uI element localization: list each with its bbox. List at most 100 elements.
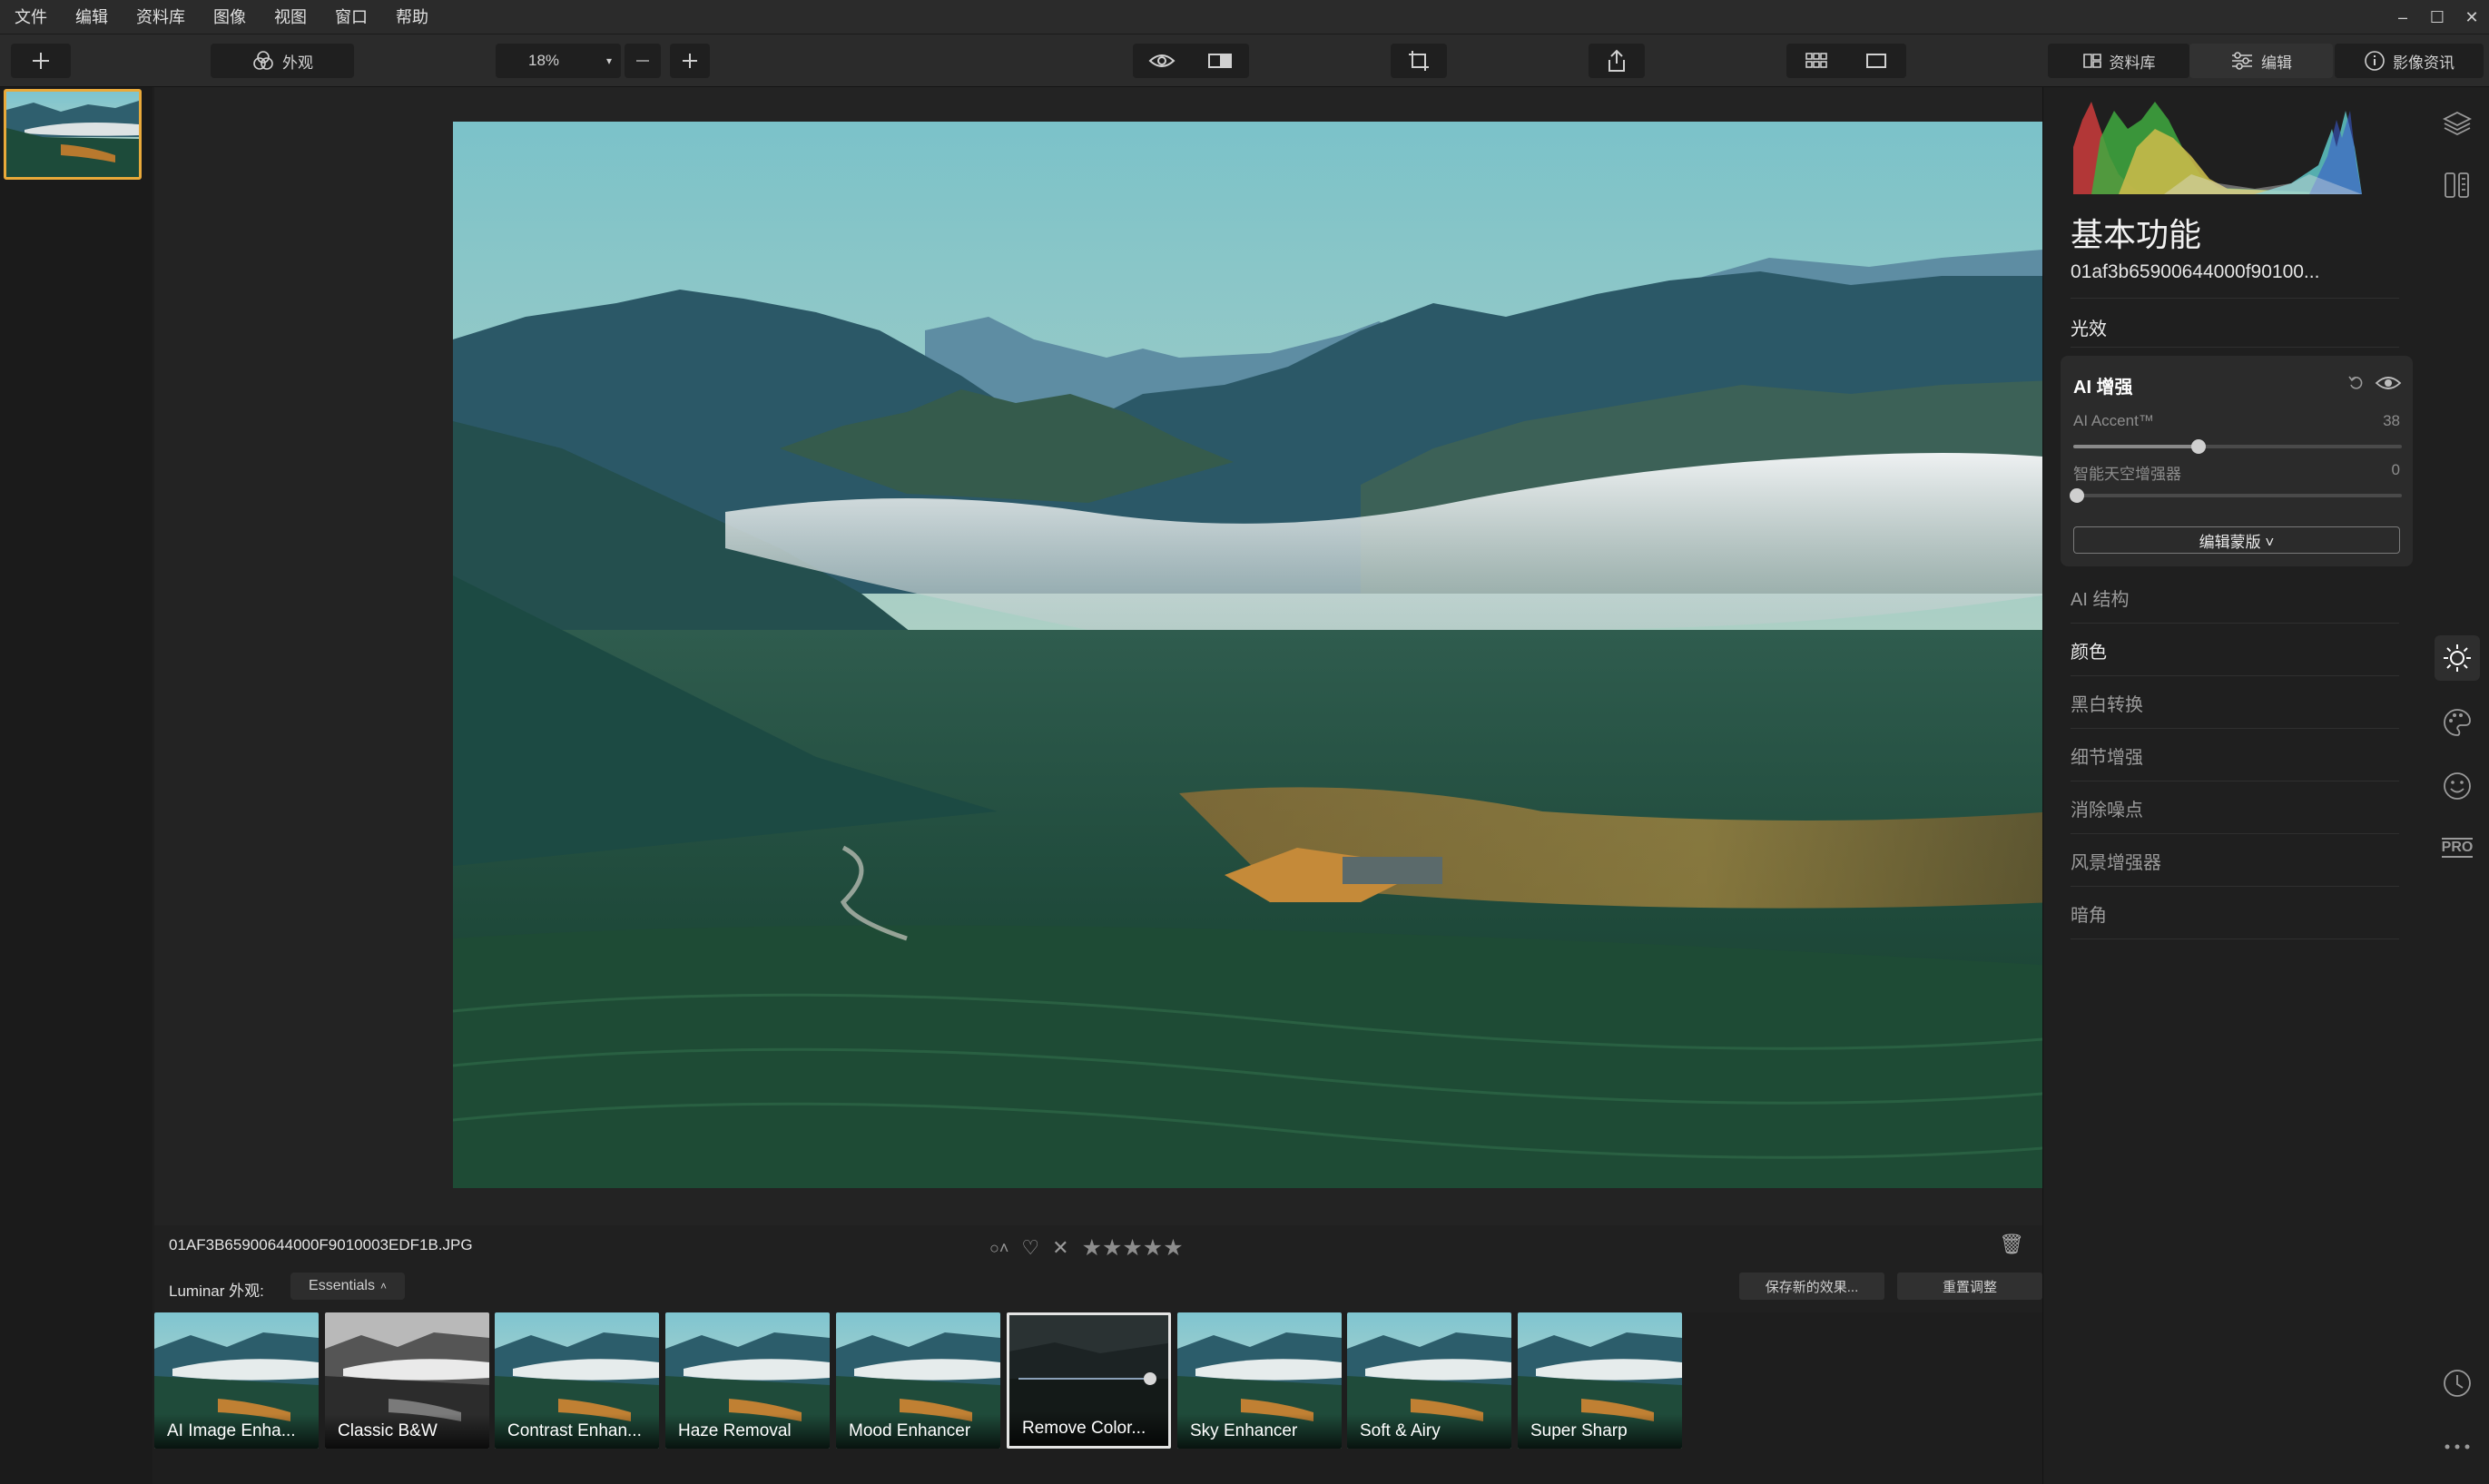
close-button[interactable]: ✕ <box>2455 0 2489 34</box>
section-denoise[interactable]: 消除噪点 <box>2071 795 2143 821</box>
photo-canvas <box>154 87 2054 1225</box>
section-light[interactable]: 光效 <box>2071 314 2107 340</box>
look-preset[interactable]: Mood Enhancer <box>836 1312 1000 1449</box>
look-preset-label: Contrast Enhan... <box>495 1414 659 1449</box>
section-ai-structure[interactable]: AI 结构 <box>2071 585 2129 611</box>
grid-view-icon[interactable] <box>1786 52 1846 70</box>
pro-icon[interactable]: PRO <box>2439 830 2475 866</box>
essentials-sun-icon[interactable] <box>2435 635 2480 681</box>
plus-icon <box>683 54 697 68</box>
tab-info[interactable]: 影像资讯 <box>2335 44 2484 78</box>
zoom-in-button[interactable] <box>670 44 710 78</box>
look-preset[interactable]: Haze Removal <box>665 1312 830 1449</box>
sky-enhancer-knob[interactable] <box>2070 488 2084 503</box>
creative-palette-icon[interactable] <box>2439 704 2475 741</box>
sky-enhancer-value: 0 <box>2391 461 2400 478</box>
ai-accent-fill <box>2073 445 2199 448</box>
eye-icon[interactable] <box>1133 52 1191 70</box>
crop-button[interactable] <box>1391 44 1447 78</box>
look-preset[interactable]: AI Image Enha... <box>154 1312 319 1449</box>
tab-edit[interactable]: 编辑 <box>2189 44 2333 78</box>
menu-file[interactable]: 文件 <box>0 0 62 34</box>
menu-edit[interactable]: 编辑 <box>62 0 123 34</box>
ai-enhance-title: AI 增强 <box>2073 378 2133 398</box>
minus-icon <box>636 60 649 62</box>
star-rating[interactable]: ★★★★★ <box>1082 1234 1184 1262</box>
looks-icon <box>253 51 273 70</box>
chevron-down-icon: ▾ <box>605 54 612 67</box>
reset-adjustments-button[interactable]: 重置调整 <box>1897 1273 2042 1300</box>
tool-category-bar: PRO <box>2425 87 2489 1484</box>
color-label-icon[interactable]: ○˄ <box>989 1239 1008 1258</box>
split-compare-icon[interactable] <box>1191 51 1249 71</box>
menu-window[interactable]: 窗口 <box>321 0 382 34</box>
minimize-button[interactable]: – <box>2386 0 2420 34</box>
menu-image[interactable]: 图像 <box>200 0 261 34</box>
zoom-value: 18% <box>528 52 560 69</box>
photo-thumbnail[interactable] <box>4 89 142 180</box>
share-icon <box>1609 49 1625 72</box>
zoom-out-button[interactable] <box>625 44 661 78</box>
panel-title: 基本功能 <box>2071 216 2202 253</box>
canvas-tools-icon[interactable] <box>2439 167 2475 203</box>
preview-compare-group <box>1133 44 1249 78</box>
ai-accent-knob[interactable] <box>2191 439 2206 454</box>
look-preset-label: Remove Color... <box>1009 1411 1168 1446</box>
looks-toggle-button[interactable]: 外观 <box>211 44 354 78</box>
look-preset[interactable]: Soft & Airy <box>1347 1312 1511 1449</box>
layers-icon[interactable] <box>2439 105 2475 142</box>
add-photos-button[interactable] <box>11 44 71 78</box>
ai-accent-slider[interactable] <box>2073 439 2402 454</box>
edit-mask-button[interactable]: 编辑蒙版 ˅ <box>2073 526 2400 554</box>
zoom-dropdown[interactable]: 18% ▾ <box>496 44 621 78</box>
photo-filename: 01AF3B65900644000F9010003EDF1B.JPG <box>169 1236 473 1253</box>
panel-filename: 01af3b65900644000f90100... <box>2071 261 2320 282</box>
section-landscape[interactable]: 风景增强器 <box>2071 848 2161 874</box>
look-preset[interactable]: Remove Color... <box>1007 1312 1171 1449</box>
section-color[interactable]: 颜色 <box>2071 637 2107 663</box>
visibility-eye-icon[interactable] <box>2375 374 2402 392</box>
more-options-icon[interactable] <box>2439 1429 2475 1465</box>
left-filmstrip <box>0 87 152 1484</box>
tab-info-label: 影像资讯 <box>2393 54 2455 72</box>
pro-label: PRO <box>2441 838 2474 858</box>
look-preset[interactable]: Sky Enhancer <box>1177 1312 1342 1449</box>
section-vignette[interactable]: 暗角 <box>2071 900 2107 927</box>
maximize-button[interactable]: ☐ <box>2420 0 2455 34</box>
sliders-icon <box>2232 52 2252 70</box>
divider <box>2071 347 2399 348</box>
history-clock-icon[interactable] <box>2439 1365 2475 1401</box>
menu-bar: 文件 编辑 资料库 图像 视图 窗口 帮助 – ☐ ✕ <box>0 0 2489 34</box>
menu-library[interactable]: 资料库 <box>123 0 200 34</box>
menu-view[interactable]: 视图 <box>261 0 321 34</box>
window-controls: – ☐ ✕ <box>2386 0 2489 34</box>
main-photo[interactable] <box>453 122 2054 1188</box>
save-look-button[interactable]: 保存新的效果... <box>1739 1273 1884 1300</box>
look-preset-label: Classic B&W <box>325 1414 489 1449</box>
sky-enhancer-slider[interactable] <box>2070 488 2402 503</box>
looks-label: Luminar 外观: <box>169 1283 264 1300</box>
crop-icon <box>1409 51 1429 71</box>
undo-icon[interactable] <box>2347 374 2366 392</box>
look-preset-label: Haze Removal <box>665 1414 830 1449</box>
heart-icon[interactable]: ♡ <box>1021 1236 1039 1260</box>
section-bw-conversion[interactable]: 黑白转换 <box>2071 690 2143 716</box>
portrait-face-icon[interactable] <box>2439 768 2475 804</box>
look-preset[interactable]: Super Sharp <box>1518 1312 1682 1449</box>
look-preset[interactable]: Contrast Enhan... <box>495 1312 659 1449</box>
sky-enhancer-label: 智能天空增强器 <box>2073 466 2181 483</box>
look-preset-label: Super Sharp <box>1518 1414 1682 1449</box>
look-preset[interactable]: Classic B&W <box>325 1312 489 1449</box>
looks-collection-dropdown[interactable]: Essentials ˄ <box>290 1273 405 1300</box>
reject-icon[interactable]: ✕ <box>1052 1236 1068 1260</box>
section-details[interactable]: 细节增强 <box>2071 742 2143 769</box>
chevron-up-icon: ˄ <box>379 1280 387 1292</box>
ai-accent-label: AI Accent™ <box>2073 412 2154 429</box>
edit-panel: 基本功能 01af3b65900644000f90100... 光效 AI 增强… <box>2042 87 2425 1484</box>
single-view-icon[interactable] <box>1846 52 1906 70</box>
info-icon <box>2365 51 2385 71</box>
menu-help[interactable]: 帮助 <box>382 0 443 34</box>
trash-icon[interactable]: 🗑 <box>1999 1233 2024 1256</box>
tab-library[interactable]: 资料库 <box>2048 44 2189 78</box>
share-button[interactable] <box>1589 44 1645 78</box>
